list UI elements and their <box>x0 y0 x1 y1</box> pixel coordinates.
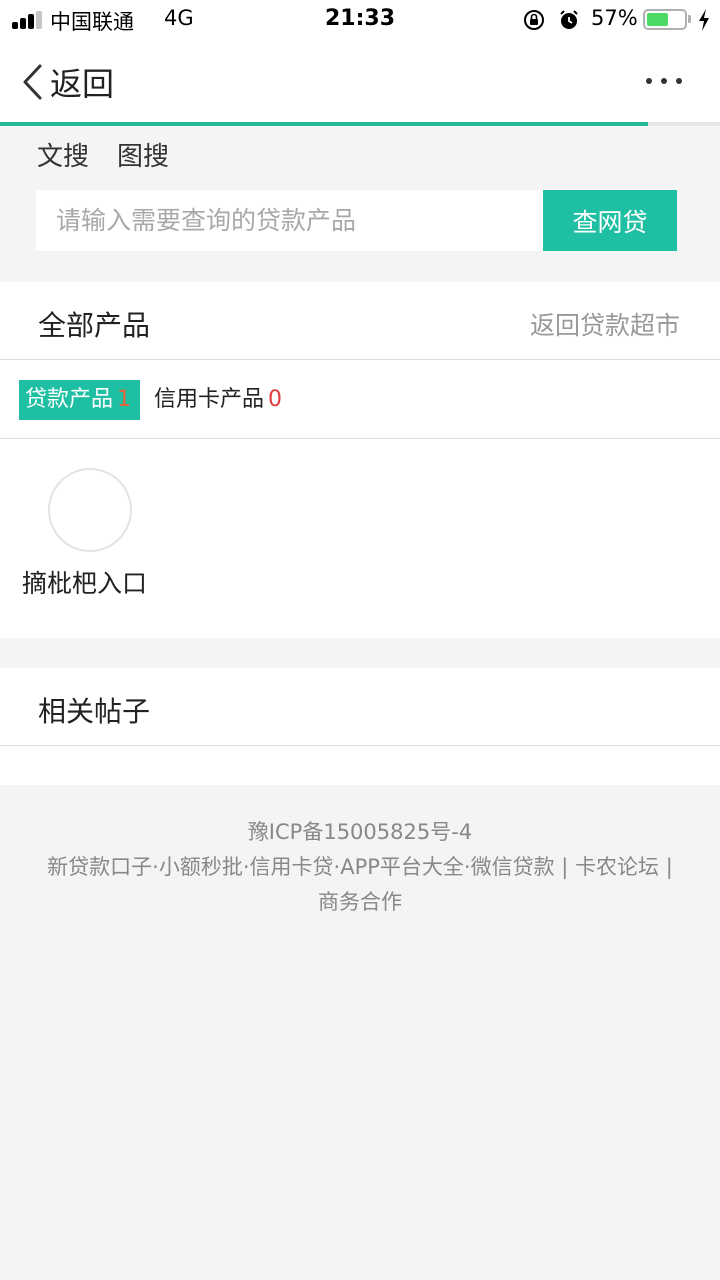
search-input[interactable] <box>36 190 544 251</box>
tab-label: 信用卡产品 <box>154 387 265 412</box>
product-item[interactable]: 摘枇杷入口 <box>20 468 160 600</box>
tab-text-search[interactable]: 文搜 <box>37 136 89 173</box>
posts-title: 相关帖子 <box>38 695 151 728</box>
footer-link[interactable]: 新贷款口子 <box>47 855 152 879</box>
product-filter-row: 贷款产品 1 信用卡产品 0 <box>0 360 720 439</box>
footer-link[interactable]: 小额秒批 <box>159 855 243 879</box>
footer-links-line-1: 新贷款口子·小额秒批·信用卡贷·APP平台大全·微信贷款 | 卡农论坛 | <box>0 850 720 885</box>
tab-credit-card-products[interactable]: 信用卡产品 0 <box>148 380 288 420</box>
battery-icon <box>643 9 687 30</box>
products-header: 全部产品 返回贷款超市 <box>0 282 720 360</box>
footer-link[interactable]: 信用卡贷 <box>250 855 334 879</box>
tab-image-search[interactable]: 图搜 <box>117 136 169 173</box>
separator-dot: · <box>463 855 471 879</box>
tab-count: 1 <box>117 387 132 412</box>
alarm-icon <box>560 10 578 29</box>
more-dots-icon[interactable] <box>646 74 682 88</box>
product-name: 摘枇杷入口 <box>22 569 148 598</box>
footer: 豫ICP备15005825号-4 新贷款口子·小额秒批·信用卡贷·APP平台大全… <box>0 815 720 920</box>
search-area: 文搜 图搜 查网贷 <box>0 126 720 282</box>
battery-level <box>647 13 668 26</box>
separator-pipe: | <box>665 855 673 879</box>
chevron-left-icon <box>23 64 42 100</box>
tab-count: 0 <box>268 387 283 412</box>
back-to-market-link[interactable]: 返回贷款超市 <box>530 306 680 342</box>
rotation-lock-icon <box>524 10 544 30</box>
product-logo <box>48 468 132 552</box>
back-button[interactable]: 返回 <box>20 60 114 104</box>
products-panel: 全部产品 返回贷款超市 贷款产品 1 信用卡产品 0 摘枇杷入口 <box>0 282 720 638</box>
products-title: 全部产品 <box>38 309 151 342</box>
posts-panel: 相关帖子 <box>0 668 720 785</box>
footer-link[interactable]: 微信贷款 <box>471 855 555 879</box>
footer-link[interactable]: APP平台大全 <box>340 855 464 879</box>
charging-icon <box>699 9 709 31</box>
battery-percent: 57% <box>591 6 638 30</box>
tab-loan-products[interactable]: 贷款产品 1 <box>19 380 140 420</box>
back-label: 返回 <box>50 65 115 103</box>
footer-link[interactable]: 卡农论坛 <box>575 855 659 879</box>
separator-pipe: | <box>561 855 569 879</box>
status-bar: 中国联通 4G 21:33 57% <box>0 0 720 40</box>
icp-record: 豫ICP备15005825号-4 <box>247 820 473 844</box>
separator-dot: · <box>242 855 250 879</box>
separator-dot: · <box>152 855 159 879</box>
battery-tip <box>688 15 691 23</box>
posts-header: 相关帖子 <box>0 668 720 746</box>
footer-links-line-2: 商务合作 <box>0 885 720 920</box>
footer-link[interactable]: 商务合作 <box>318 890 402 914</box>
search-button[interactable]: 查网贷 <box>543 190 677 251</box>
tab-label: 贷款产品 <box>25 387 114 412</box>
nav-bar: 返回 <box>0 40 720 122</box>
